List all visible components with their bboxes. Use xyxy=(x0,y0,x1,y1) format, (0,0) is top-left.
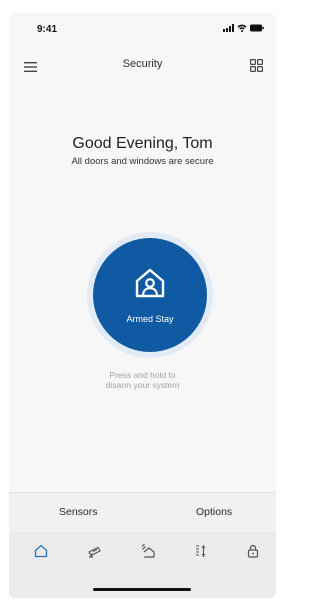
status-bar: 9:41 xyxy=(9,13,276,41)
lock-icon[interactable] xyxy=(245,543,261,559)
phone-frame: 9:41 Security Good Evening, Tom All door… xyxy=(0,0,284,604)
page-title: Security xyxy=(122,58,163,70)
sensors-button[interactable]: Sensors xyxy=(59,506,98,518)
arm-state-button[interactable]: Armed Stay xyxy=(93,238,207,352)
disarm-hint-line-1: Press and hold to xyxy=(109,370,176,380)
house-person-icon xyxy=(131,264,169,302)
arm-state-label: Armed Stay xyxy=(126,314,174,324)
battery-icon xyxy=(250,24,264,32)
app-screen: 9:41 Security Good Evening, Tom All door… xyxy=(9,13,276,598)
camera-icon[interactable] xyxy=(87,543,103,559)
disarm-hint: Press and hold to disarm your system xyxy=(9,370,276,390)
option-bar: Sensors Options xyxy=(9,492,276,532)
bottom-tab-bar xyxy=(9,532,276,598)
status-time: 9:41 xyxy=(37,24,58,35)
sort-icon[interactable] xyxy=(193,543,209,559)
thermostat-icon[interactable] xyxy=(140,543,156,559)
disarm-hint-line-2: disarm your system xyxy=(105,380,180,390)
status-icons xyxy=(223,24,264,32)
security-status-text: All doors and windows are secure xyxy=(71,156,214,167)
signal-icon xyxy=(223,24,234,32)
home-icon[interactable] xyxy=(33,543,49,559)
app-header: Security xyxy=(9,55,276,81)
options-button[interactable]: Options xyxy=(196,506,232,518)
wifi-icon xyxy=(237,24,247,32)
greeting-title: Good Evening, Tom xyxy=(72,135,213,152)
grid-icon[interactable] xyxy=(250,59,264,73)
home-indicator[interactable] xyxy=(93,588,191,591)
